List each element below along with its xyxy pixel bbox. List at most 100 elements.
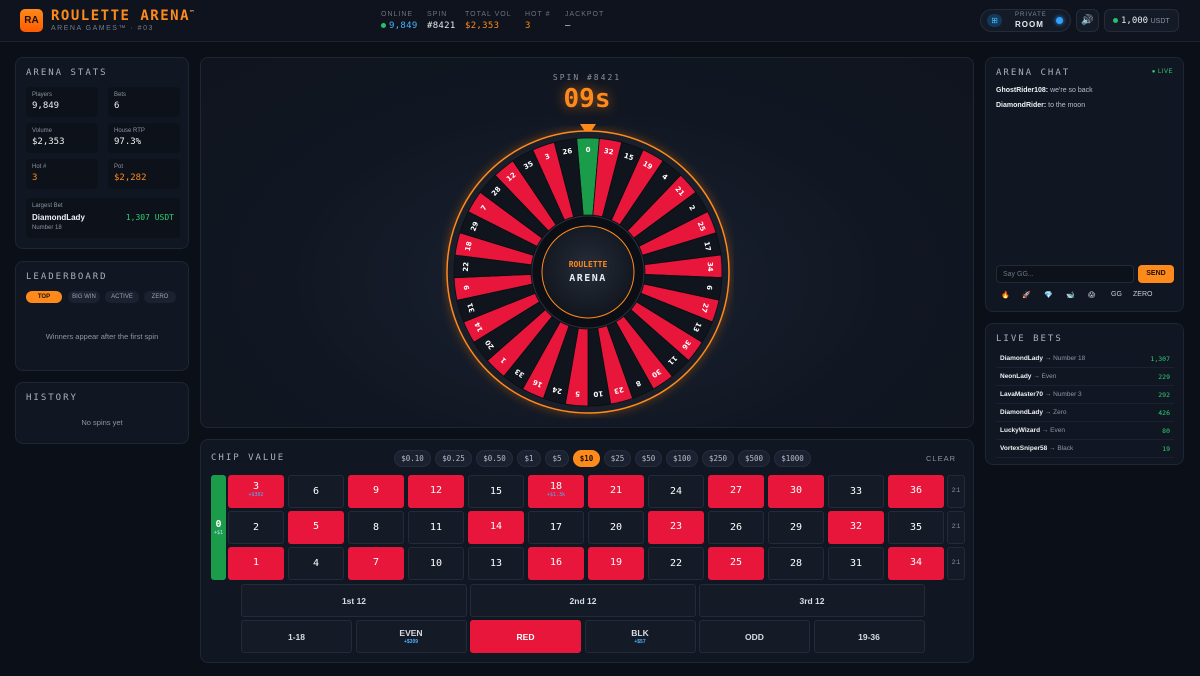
bet-cell-31[interactable]: 31 (828, 547, 884, 580)
arena-stats-panel: ARENA STATS Players 9,849 Bets 6 Volume $2,35… (15, 57, 189, 249)
bet-cell-24[interactable]: 24 (648, 475, 704, 508)
bet-cell-7[interactable]: 7 (348, 547, 404, 580)
leaderboard-tab-top[interactable]: TOP (26, 291, 62, 303)
bet-cell-25[interactable]: 25 (708, 547, 764, 580)
outside-bet-odd[interactable]: ODD (699, 620, 810, 653)
live-bet-row: LuckyWizard → Even 80 (996, 423, 1174, 440)
chat-input[interactable] (996, 265, 1134, 283)
countdown-timer: 09s (563, 84, 611, 114)
bet-cell-5[interactable]: 5 (288, 511, 344, 544)
speaker-icon: 🔊 (1081, 15, 1094, 26)
bet-cell-11[interactable]: 11 (408, 511, 464, 544)
bet-cell-4[interactable]: 4 (288, 547, 344, 580)
bet-cell-20[interactable]: 20 (588, 511, 644, 544)
column-bet-1[interactable]: 2:1 (947, 475, 965, 508)
roulette-wheel: 0 32 1519421225173462713361130823105241633… (446, 130, 730, 414)
column-bet-3[interactable]: 2:1 (947, 547, 965, 580)
outside-bet-even[interactable]: EVEN +$309 (355, 620, 467, 653)
fire-icon[interactable]: 🔥 (1001, 291, 1010, 299)
chip-10[interactable]: $10 (573, 450, 600, 467)
wheel-panel: SPIN #8421 09s 0 32 15 19 4 21 2 25 17 34 6 27 13 36 1… (200, 57, 974, 428)
bet-cell-34[interactable]: 34 (888, 547, 944, 580)
balance-dot-icon (1113, 18, 1118, 24)
bet-cell-21[interactable]: 21 (588, 475, 644, 508)
chat-message: GhostRider108: we're so back (996, 87, 1093, 94)
chip-5[interactable]: $5 (545, 450, 569, 467)
column-bet-2[interactable]: 2:1 (947, 511, 965, 544)
leaderboard-title: LEADERBOARD (26, 272, 108, 282)
bet-cell-8[interactable]: 8 (348, 511, 404, 544)
bet-cell-26[interactable]: 26 (708, 511, 764, 544)
bet-cell-30[interactable]: 30 (768, 475, 824, 508)
bet-cell-36[interactable]: 36 (888, 475, 944, 508)
bet-cell-35[interactable]: 35 (888, 511, 944, 544)
chip-0_50[interactable]: $0.50 (476, 450, 513, 467)
live-bets-title: LIVE BETS (996, 334, 1063, 344)
bet-cell-22[interactable]: 22 (648, 547, 704, 580)
bet-cell-14[interactable]: 14 (468, 511, 524, 544)
online-dot-icon (381, 23, 386, 28)
balance-display: 1,000 USDT (1104, 9, 1179, 32)
chip-0_10[interactable]: $0.10 (394, 450, 431, 467)
zero-reaction[interactable]: ZERO (1133, 291, 1152, 298)
bet-cell-33[interactable]: 33 (828, 475, 884, 508)
bet-cell-0[interactable]: 0 +$1 (211, 475, 226, 580)
bet-cell-6[interactable]: 6 (288, 475, 344, 508)
bet-cell-28[interactable]: 28 (768, 547, 824, 580)
outside-bet-red[interactable]: RED (470, 620, 581, 653)
sound-toggle-button[interactable]: 🔊 (1076, 9, 1099, 32)
header-stat-3: HOT #3 (525, 11, 551, 31)
bet-cell-13[interactable]: 13 (468, 547, 524, 580)
bet-cell-15[interactable]: 15 (468, 475, 524, 508)
bet-cell-23[interactable]: 23 (648, 511, 704, 544)
shocked-icon[interactable]: 😱 (1088, 291, 1095, 299)
arena-stats-title: ARENA STATS (26, 68, 108, 78)
bet-cell-2[interactable]: 2 (228, 511, 284, 544)
wheel-number-label: 0 (586, 146, 591, 154)
outside-bet-19-36[interactable]: 19-36 (813, 620, 925, 653)
gg-reaction[interactable]: GG (1111, 291, 1122, 298)
send-button[interactable]: SEND (1138, 265, 1174, 283)
leaderboard-tab-zero[interactable]: ZERO (144, 291, 176, 303)
bet-cell-27[interactable]: 27 (708, 475, 764, 508)
dozen-bet-1[interactable]: 1st 12 (241, 584, 467, 617)
leaderboard-tab-big-win[interactable]: BIG WIN (68, 291, 100, 303)
app-title: ROULETTE ARENA™ (51, 8, 196, 24)
diamond-icon[interactable]: 💎 (1044, 291, 1053, 299)
betting-panel: CHIP VALUE $0.10 $0.25 $0.50 $1 $5 $10 $25 $50 $… (200, 439, 974, 663)
chip-50[interactable]: $50 (635, 450, 662, 467)
private-room-button[interactable]: ⊞ PRIVATE ROOM (980, 9, 1071, 32)
bet-cell-3[interactable]: 3 +$302 (228, 475, 284, 508)
largest-bet-card: Largest Bet DiamondLady Number 18 1,307 … (26, 198, 180, 238)
bet-cell-19[interactable]: 19 (588, 547, 644, 580)
bet-cell-17[interactable]: 17 (528, 511, 584, 544)
chip-1000[interactable]: $1000 (774, 450, 811, 467)
whale-icon[interactable]: 🐋 (1066, 291, 1075, 299)
chip-250[interactable]: $250 (702, 450, 734, 467)
stat-card-3: House RTP 97.3% (108, 123, 180, 153)
outside-bet-1-18[interactable]: 1-18 (241, 620, 352, 653)
leaderboard-tab-active[interactable]: ACTIVE (105, 291, 139, 303)
chip-25[interactable]: $25 (604, 450, 631, 467)
bet-cell-32[interactable]: 32 (828, 511, 884, 544)
outside-bet-blk[interactable]: BLK +$57 (584, 620, 696, 653)
chip-100[interactable]: $100 (666, 450, 698, 467)
bet-cell-29[interactable]: 29 (768, 511, 824, 544)
chip-0_25[interactable]: $0.25 (435, 450, 472, 467)
bet-cell-18[interactable]: 18 +$1.3k (528, 475, 584, 508)
bet-cell-16[interactable]: 16 (528, 547, 584, 580)
clear-button[interactable]: CLEAR (926, 454, 956, 463)
live-bet-row: NeonLady → Even 229 (996, 369, 1174, 386)
rocket-icon[interactable]: 🚀 (1022, 291, 1031, 299)
dozen-bet-2[interactable]: 2nd 12 (470, 584, 696, 617)
chip-1[interactable]: $1 (517, 450, 541, 467)
chip-500[interactable]: $500 (738, 450, 770, 467)
live-badge: ● LIVE (1151, 69, 1173, 75)
bet-cell-9[interactable]: 9 (348, 475, 404, 508)
bet-cell-1[interactable]: 1 (228, 547, 284, 580)
bet-cell-10[interactable]: 10 (408, 547, 464, 580)
history-title: HISTORY (26, 393, 78, 403)
bet-cell-12[interactable]: 12 (408, 475, 464, 508)
live-bets-panel: LIVE BETS DiamondLady → Number 18 1,307 Ne… (985, 323, 1184, 465)
dozen-bet-3[interactable]: 3rd 12 (699, 584, 925, 617)
